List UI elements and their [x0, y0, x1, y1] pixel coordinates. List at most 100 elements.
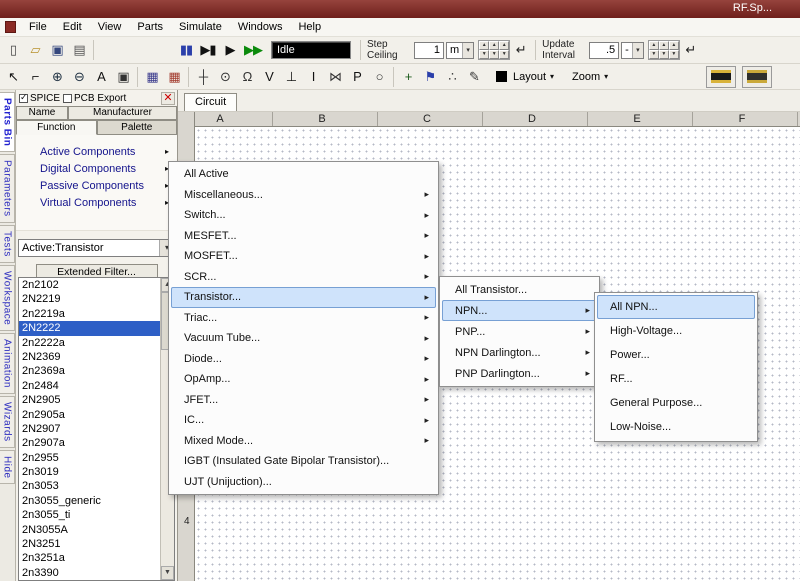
- update-interval-unit-combo[interactable]: -: [621, 42, 644, 59]
- spinner-down-button[interactable]: [649, 50, 659, 59]
- inductor-tool-icon[interactable]: Ω: [236, 66, 258, 88]
- node-dots-tool-icon[interactable]: ∴: [441, 66, 463, 88]
- menu-item[interactable]: Power...: [597, 343, 755, 367]
- tab-circuit[interactable]: Circuit: [184, 93, 237, 111]
- menubar-item[interactable]: Edit: [55, 19, 90, 35]
- part-item[interactable]: 2N2907: [19, 422, 160, 436]
- menu-item[interactable]: Switch...: [171, 205, 436, 226]
- spinner-up-button[interactable]: [479, 41, 489, 50]
- step-icon[interactable]: ▶▮: [197, 39, 219, 61]
- menubar-item[interactable]: View: [90, 19, 130, 35]
- step-ceiling-input[interactable]: [414, 42, 444, 59]
- spinner-down-button[interactable]: [669, 50, 679, 59]
- side-tab[interactable]: Parts Bin: [0, 92, 15, 152]
- zoom-dropdown[interactable]: Zoom: [565, 66, 615, 88]
- board-chip-button[interactable]: [742, 66, 772, 88]
- scope-probe-tool-icon[interactable]: ○: [368, 66, 390, 88]
- part-item[interactable]: 2n3053: [19, 479, 160, 493]
- menu-item[interactable]: JFET...: [171, 390, 436, 411]
- menu-item[interactable]: MESFET...: [171, 226, 436, 247]
- side-tab[interactable]: Tests: [0, 225, 15, 263]
- pause-icon[interactable]: ▮▮: [175, 39, 197, 61]
- wire-tool-icon[interactable]: ⌐: [24, 66, 46, 88]
- checked-checkbox-icon[interactable]: [19, 94, 28, 103]
- side-tab[interactable]: Parameters: [0, 154, 15, 223]
- part-item[interactable]: 2n2102: [19, 278, 160, 292]
- menu-item[interactable]: All Transistor...: [442, 279, 597, 300]
- netlist-chip-button[interactable]: [706, 66, 736, 88]
- spice-checkbox[interactable]: SPICE: [19, 93, 60, 104]
- diode-tool-icon[interactable]: ⋈: [324, 66, 346, 88]
- spinner-up-button[interactable]: [649, 41, 659, 50]
- part-item[interactable]: 2n3251a: [19, 551, 160, 565]
- menubar-item[interactable]: Simulate: [171, 19, 230, 35]
- grid-toggle-icon[interactable]: ▦: [141, 66, 163, 88]
- power-probe-tool-icon[interactable]: P: [346, 66, 368, 88]
- probe-pen-tool-icon[interactable]: ✎: [463, 66, 485, 88]
- side-tab[interactable]: Wizards: [0, 396, 15, 448]
- sort-by-name-button[interactable]: Name: [16, 106, 68, 120]
- close-panel-button[interactable]: ✕: [161, 92, 175, 105]
- spinner-down-button[interactable]: [489, 50, 499, 59]
- menu-item[interactable]: IGBT (Insulated Gate Bipolar Transistor)…: [171, 451, 436, 472]
- part-item[interactable]: 2n2484: [19, 379, 160, 393]
- menu-item[interactable]: OpAmp...: [171, 369, 436, 390]
- node-tool-icon[interactable]: ┼: [192, 66, 214, 88]
- update-interval-input[interactable]: [589, 42, 619, 59]
- spinner-down-button[interactable]: [499, 50, 509, 59]
- interval-apply-button[interactable]: [680, 39, 702, 61]
- zoom-in-tool-icon[interactable]: ⊕: [46, 66, 68, 88]
- step-ceiling-unit-combo[interactable]: m: [446, 42, 474, 59]
- menu-item[interactable]: Triac...: [171, 308, 436, 329]
- part-item[interactable]: 2n2369a: [19, 364, 160, 378]
- step-apply-button[interactable]: [510, 39, 532, 61]
- spinner-up-button[interactable]: [489, 41, 499, 50]
- spinner-up-button[interactable]: [499, 41, 509, 50]
- snap-grid-toggle-icon[interactable]: ▦: [163, 66, 185, 88]
- part-item[interactable]: 2N3055A: [19, 523, 160, 537]
- tree-item[interactable]: Active Components: [16, 143, 177, 160]
- voltmeter-tool-icon[interactable]: V: [258, 66, 280, 88]
- part-item[interactable]: 2n2222a: [19, 336, 160, 350]
- pointer-tool-icon[interactable]: ↖: [2, 66, 24, 88]
- tree-item[interactable]: Virtual Components: [16, 194, 177, 211]
- filter-combo[interactable]: Active:Transistor: [18, 239, 175, 257]
- layout-dropdown[interactable]: Layout: [489, 66, 561, 88]
- interval-spinner[interactable]: [648, 40, 680, 60]
- menu-item[interactable]: Miscellaneous...: [171, 185, 436, 206]
- part-item[interactable]: 2n3390: [19, 566, 160, 580]
- menu-item[interactable]: NPN...: [442, 300, 597, 321]
- part-item[interactable]: 2n3055_ti: [19, 508, 160, 522]
- menu-item[interactable]: Low-Noise...: [597, 415, 755, 439]
- menu-item[interactable]: IC...: [171, 410, 436, 431]
- resistor-tool-icon[interactable]: ⊙: [214, 66, 236, 88]
- subcircuit-tool-icon[interactable]: ▣: [112, 66, 134, 88]
- ammeter-tool-icon[interactable]: I: [302, 66, 324, 88]
- menubar-item[interactable]: Parts: [129, 19, 171, 35]
- side-tab[interactable]: Animation: [0, 333, 15, 394]
- menu-item[interactable]: PNP Darlington...: [442, 363, 597, 384]
- part-item[interactable]: 2N2222: [19, 321, 160, 335]
- spinner-up-button[interactable]: [659, 41, 669, 50]
- part-item[interactable]: 2N3251: [19, 537, 160, 551]
- save-icon[interactable]: ▣: [46, 39, 68, 61]
- pcb-export-checkbox[interactable]: PCB Export: [63, 93, 126, 104]
- tab-palette[interactable]: Palette: [97, 120, 178, 135]
- tab-function[interactable]: Function: [16, 120, 97, 135]
- menu-item[interactable]: NPN Darlington...: [442, 342, 597, 363]
- fast-run-icon[interactable]: ▶▶: [241, 39, 265, 61]
- menu-item[interactable]: Diode...: [171, 349, 436, 370]
- spinner-up-button[interactable]: [669, 41, 679, 50]
- menu-item[interactable]: Mixed Mode...: [171, 431, 436, 452]
- menu-item[interactable]: MOSFET...: [171, 246, 436, 267]
- menu-item[interactable]: PNP...: [442, 321, 597, 342]
- menu-item[interactable]: Transistor...: [171, 287, 436, 308]
- unchecked-checkbox-icon[interactable]: [63, 94, 72, 103]
- part-item[interactable]: 2N2369: [19, 350, 160, 364]
- sort-by-manufacturer-button[interactable]: Manufacturer: [68, 106, 177, 120]
- menubar-item[interactable]: Windows: [230, 19, 291, 35]
- scroll-down-icon[interactable]: [161, 566, 174, 580]
- menu-item[interactable]: All NPN...: [597, 295, 755, 319]
- tree-item[interactable]: Passive Components: [16, 177, 177, 194]
- part-item[interactable]: 2n3019: [19, 465, 160, 479]
